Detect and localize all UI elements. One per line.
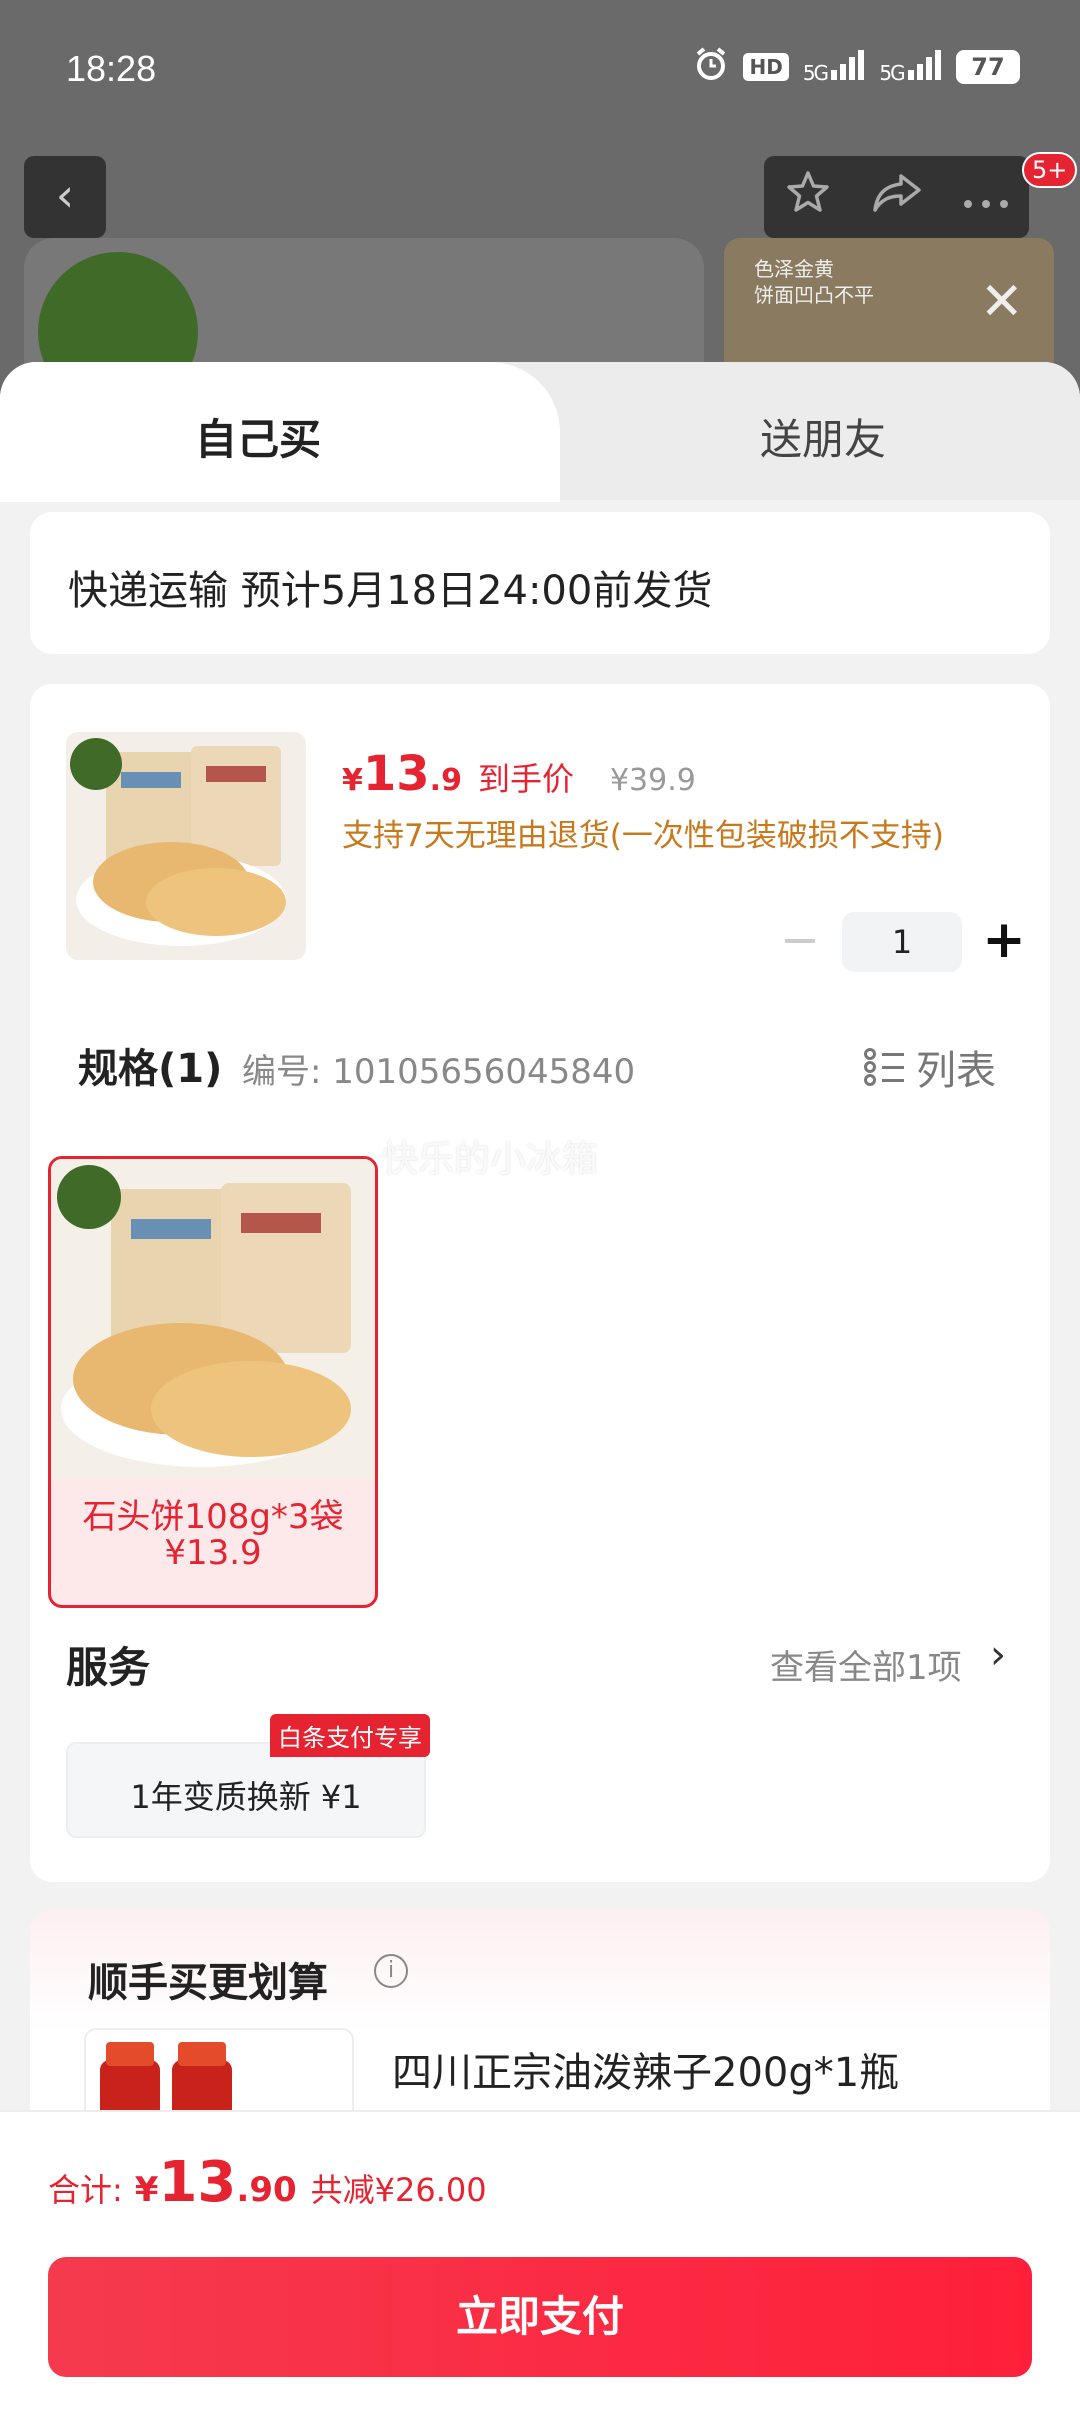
total-row: 合计: ¥ 13 .90 共减¥26.00 [48, 2150, 487, 2215]
tab-gift[interactable]: 送朋友 [760, 406, 886, 467]
product-thumbnail[interactable] [66, 732, 306, 960]
spec-code: 编号: 10105656045840 [242, 1052, 636, 1092]
checkout-bar: 合计: ¥ 13 .90 共减¥26.00 立即支付 [0, 2110, 1080, 2412]
battery-icon: 77 [956, 50, 1020, 84]
watermark-text: 快乐的小冰箱 [382, 1139, 599, 1180]
sku-name: 石头饼108g*3袋 [82, 1497, 344, 1537]
service-title: 服务 [66, 1643, 151, 1692]
notification-badge: 5+ [1022, 152, 1078, 188]
sku-option-selected[interactable]: 石头饼108g*3袋 ¥13.9 [48, 1156, 378, 1608]
sku-price: ¥13.9 [164, 1533, 262, 1573]
sku-image [51, 1159, 375, 1479]
original-price: ¥39.9 [609, 763, 696, 798]
status-time: 18:28 [66, 48, 157, 89]
addon-item-name[interactable]: 四川正宗油泼辣子200g*1瓶 [392, 2040, 899, 2098]
addon-title: 顺手买更划算 [88, 1960, 328, 2006]
top-action-bar [764, 156, 1029, 238]
price-label: 到手价 [477, 760, 574, 798]
quantity-stepper: − 1 + [770, 912, 1034, 972]
status-icons: HD 5G 5G 77 [693, 46, 1020, 88]
total-discount: 共减¥26.00 [310, 2171, 487, 2209]
decrease-button[interactable]: − [770, 912, 830, 972]
network-type-2: 5G [879, 60, 905, 85]
hd-voice-icon: HD [743, 53, 789, 81]
back-button[interactable]: ‹ [24, 156, 106, 238]
price-integer: 13 [362, 746, 430, 802]
signal-icon-1: 5G [802, 49, 866, 85]
price-decimal: .9 [429, 763, 462, 798]
total-decimal: .90 [236, 2170, 297, 2210]
pay-now-button[interactable]: 立即支付 [48, 2257, 1032, 2377]
chevron-right-icon[interactable]: › [990, 1632, 1006, 1678]
background-promo-text: 色泽金黄 饼面凹凸不平 [754, 256, 874, 308]
promo-line-2: 饼面凹凸不平 [754, 283, 874, 307]
return-policy: 支持7天无理由退货(一次性包装破损不支持) [342, 818, 944, 854]
alarm-icon [693, 46, 729, 88]
shipping-text: 快递运输 预计5月18日24:00前发货 [68, 568, 713, 614]
service-option-label: 1年变质换新 ¥1 [130, 1778, 362, 1816]
quantity-input[interactable]: 1 [842, 912, 962, 972]
list-icon [864, 1048, 904, 1086]
total-integer: 13 [158, 2150, 237, 2215]
favorite-star-icon[interactable] [784, 168, 832, 226]
promo-line-1: 色泽金黄 [754, 257, 834, 281]
share-icon[interactable] [871, 168, 923, 226]
network-type-1: 5G [802, 60, 829, 85]
list-view-toggle[interactable]: 列表 [864, 1038, 996, 1096]
spec-title: 规格(1) [78, 1046, 223, 1092]
service-badge: 白条支付专享 [270, 1714, 430, 1757]
more-icon[interactable] [962, 174, 1010, 220]
tab-self-buy-label[interactable]: 自己买 [195, 406, 321, 467]
close-icon[interactable]: ✕ [980, 272, 1024, 332]
increase-button[interactable]: + [974, 912, 1034, 972]
price-currency: ¥ [342, 763, 363, 798]
list-toggle-label: 列表 [916, 1048, 996, 1094]
purchase-sheet: 自己买 送朋友 快递运输 预计5月18日24:00前发货 ¥ 13 .9 到手价… [0, 362, 1080, 2412]
price-row: ¥ 13 .9 到手价 ¥39.9 [342, 746, 696, 802]
total-label: 合计: [48, 2171, 123, 2209]
signal-icon-2: 5G [879, 49, 942, 85]
shipping-card: 快递运输 预计5月18日24:00前发货 [30, 512, 1050, 654]
status-bar: 18:28 HD 5G 5G 77 [0, 0, 1080, 140]
total-currency: ¥ [134, 2170, 159, 2210]
service-view-all[interactable]: 查看全部1项 [770, 1640, 962, 1689]
info-icon[interactable]: i [374, 1954, 408, 1988]
